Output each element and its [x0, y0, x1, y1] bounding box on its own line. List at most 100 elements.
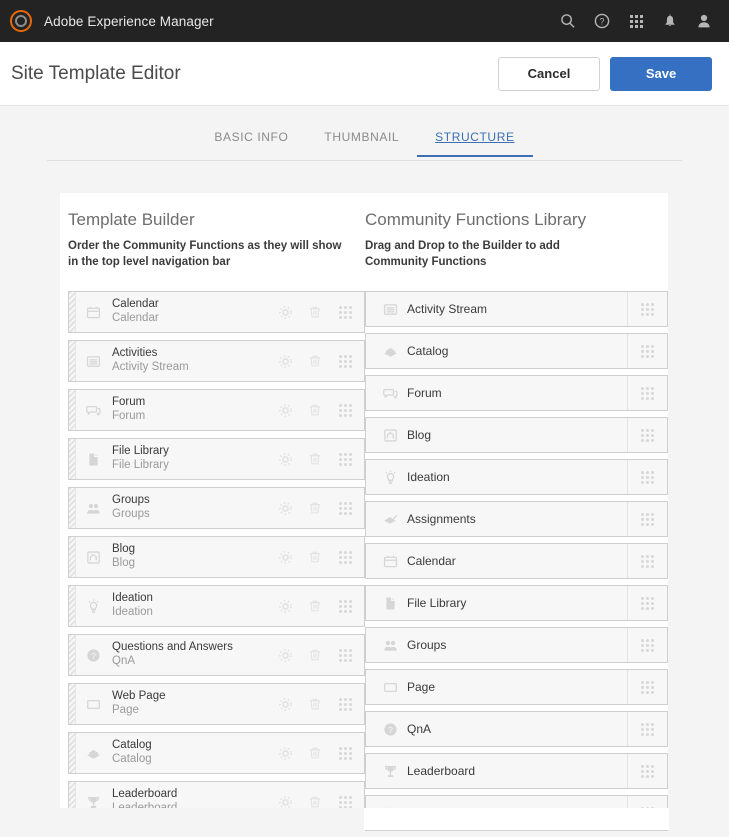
- builder-item-title: Questions and Answers: [112, 641, 233, 654]
- drag-handle-icon[interactable]: [330, 634, 360, 676]
- drag-handle-icon[interactable]: [627, 502, 667, 537]
- library-item[interactable]: Leaderboard: [365, 753, 668, 790]
- drag-handle-icon[interactable]: [330, 438, 360, 480]
- drag-handle-icon[interactable]: [330, 487, 360, 529]
- gear-icon[interactable]: [270, 487, 300, 529]
- drag-handle-icon[interactable]: [627, 418, 667, 453]
- drag-handle-icon[interactable]: [627, 292, 667, 327]
- user-avatar-icon[interactable]: [687, 0, 721, 42]
- drag-handle-icon[interactable]: [330, 683, 360, 725]
- drag-grip[interactable]: [69, 488, 76, 529]
- gear-icon[interactable]: [270, 634, 300, 676]
- library-item-label: Page: [407, 680, 436, 695]
- trash-icon[interactable]: [300, 536, 330, 578]
- builder-item[interactable]: Calendar Calendar: [68, 291, 365, 334]
- tab-basic-info[interactable]: BASIC INFO: [196, 130, 306, 157]
- drag-handle-icon[interactable]: [627, 628, 667, 663]
- drag-handle-icon[interactable]: [627, 460, 667, 495]
- builder-item[interactable]: Catalog Catalog: [68, 732, 365, 775]
- drag-handle-icon[interactable]: [330, 585, 360, 627]
- library-item[interactable]: Catalog: [365, 333, 668, 370]
- drag-handle-icon[interactable]: [330, 732, 360, 774]
- trash-icon[interactable]: [300, 585, 330, 627]
- apps-grid-icon[interactable]: [619, 0, 653, 42]
- gear-icon[interactable]: [270, 438, 300, 480]
- activity-stream-icon: [76, 341, 110, 381]
- builder-item[interactable]: Forum Forum: [68, 389, 365, 432]
- library-item[interactable]: Assignments: [365, 501, 668, 538]
- library-item[interactable]: Ideation: [365, 459, 668, 496]
- builder-item-tools: [270, 292, 364, 332]
- library-item-label: Assignments: [407, 512, 476, 527]
- library-item[interactable]: Calendar: [365, 543, 668, 580]
- search-icon[interactable]: [551, 0, 585, 42]
- gear-icon[interactable]: [270, 340, 300, 382]
- builder-item[interactable]: File Library File Library: [68, 438, 365, 481]
- drag-handle-icon[interactable]: [627, 544, 667, 579]
- gear-icon[interactable]: [270, 585, 300, 627]
- save-button[interactable]: Save: [610, 56, 712, 91]
- library-item[interactable]: Blog: [365, 417, 668, 454]
- trash-icon[interactable]: [300, 438, 330, 480]
- drag-handle-icon[interactable]: [330, 389, 360, 431]
- library-item-label: Catalog: [407, 344, 449, 359]
- drag-grip[interactable]: [69, 537, 76, 578]
- page-icon: [373, 679, 407, 696]
- trash-icon[interactable]: [300, 340, 330, 382]
- builder-item-texts: Forum Forum: [110, 390, 270, 430]
- library-item-label: QnA: [407, 722, 432, 737]
- drag-handle-icon[interactable]: [627, 712, 667, 747]
- builder-item-subtitle: Groups: [112, 508, 150, 521]
- drag-handle-icon[interactable]: [627, 754, 667, 789]
- drag-grip[interactable]: [69, 341, 76, 382]
- gear-icon[interactable]: [270, 732, 300, 774]
- builder-item-title: Catalog: [112, 739, 152, 752]
- trash-icon[interactable]: [300, 291, 330, 333]
- library-item[interactable]: File Library: [365, 585, 668, 622]
- trash-icon[interactable]: [300, 389, 330, 431]
- gear-icon[interactable]: [270, 683, 300, 725]
- drag-handle-icon[interactable]: [330, 340, 360, 382]
- drag-handle-icon[interactable]: [330, 291, 360, 333]
- builder-item[interactable]: Blog Blog: [68, 536, 365, 579]
- library-item[interactable]: Activity Stream: [365, 291, 668, 328]
- trash-icon[interactable]: [300, 683, 330, 725]
- bell-icon[interactable]: [653, 0, 687, 42]
- adobe-experience-manager-logo[interactable]: [0, 0, 42, 42]
- drag-grip[interactable]: [69, 635, 76, 676]
- drag-grip[interactable]: [69, 586, 76, 627]
- drag-grip[interactable]: [69, 390, 76, 431]
- builder-item-subtitle: QnA: [112, 655, 136, 668]
- drag-handle-icon[interactable]: [627, 376, 667, 411]
- help-icon[interactable]: ?: [585, 0, 619, 42]
- tab-bar: BASIC INFO THUMBNAIL STRUCTURE: [0, 106, 729, 161]
- library-item[interactable]: Forum: [365, 375, 668, 412]
- gear-icon[interactable]: [270, 389, 300, 431]
- drag-handle-icon[interactable]: [627, 670, 667, 705]
- builder-item[interactable]: ? Questions and Answers QnA: [68, 634, 365, 677]
- groups-icon: [76, 488, 110, 528]
- tab-thumbnail[interactable]: THUMBNAIL: [306, 130, 417, 157]
- file-icon: [76, 439, 110, 479]
- library-item[interactable]: Page: [365, 669, 668, 706]
- drag-grip[interactable]: [69, 439, 76, 480]
- drag-handle-icon[interactable]: [627, 334, 667, 369]
- builder-item[interactable]: Web Page Page: [68, 683, 365, 726]
- drag-handle-icon[interactable]: [330, 536, 360, 578]
- trash-icon[interactable]: [300, 487, 330, 529]
- builder-item[interactable]: Activities Activity Stream: [68, 340, 365, 383]
- tab-structure[interactable]: STRUCTURE: [417, 130, 533, 157]
- cancel-button[interactable]: Cancel: [498, 56, 600, 91]
- trash-icon[interactable]: [300, 634, 330, 676]
- drag-grip[interactable]: [69, 684, 76, 725]
- library-item[interactable]: Groups: [365, 627, 668, 664]
- trash-icon[interactable]: [300, 732, 330, 774]
- drag-grip[interactable]: [69, 292, 76, 333]
- library-item[interactable]: ? QnA: [365, 711, 668, 748]
- builder-item[interactable]: Groups Groups: [68, 487, 365, 530]
- gear-icon[interactable]: [270, 536, 300, 578]
- builder-item[interactable]: Ideation Ideation: [68, 585, 365, 628]
- drag-grip[interactable]: [69, 733, 76, 774]
- gear-icon[interactable]: [270, 291, 300, 333]
- drag-handle-icon[interactable]: [627, 586, 667, 621]
